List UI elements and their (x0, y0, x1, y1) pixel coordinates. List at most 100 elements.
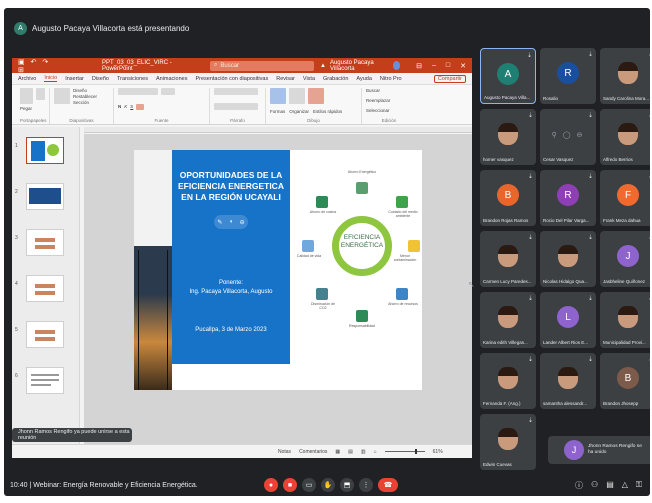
list-buttons[interactable] (214, 88, 258, 95)
menu-diseno[interactable]: Diseño (92, 76, 109, 82)
participant-name: Fernanda F. (Ang.) (483, 401, 521, 406)
participant-tile[interactable]: ⇣ Alfredo Berrios (600, 109, 650, 165)
font-format-buttons: N K S (118, 103, 205, 110)
settings-icon[interactable]: ⊖ (240, 219, 245, 226)
lock-icon[interactable]: ⚿ (636, 480, 642, 491)
notes-button[interactable]: Notas (278, 449, 291, 455)
zoom-level[interactable]: 61% (433, 449, 443, 455)
participant-tile[interactable]: ⇣ L Lander Albert Rios E... (540, 292, 596, 348)
select-button[interactable]: Seleccionar (366, 108, 412, 113)
menu-archivo[interactable]: Archivo (18, 76, 36, 82)
slideshow-view-icon[interactable]: ⌂ (374, 449, 377, 455)
quick-access-icons[interactable]: ▣ ↶ ↷ ⊞ (18, 58, 56, 74)
slide-thumb-1[interactable] (26, 137, 64, 164)
participant-tile[interactable]: ⇣ B Brandon Rojas Ramos (480, 170, 536, 226)
find-button[interactable]: Buscar (366, 88, 412, 93)
minimize-icon[interactable]: – (432, 62, 436, 70)
font-size-select[interactable] (161, 88, 175, 95)
new-slide-icon[interactable] (54, 88, 70, 104)
current-slide[interactable]: OPORTUNIDADES DE LA EFICIENCIA ENERGETIC… (134, 150, 422, 390)
ppt-user[interactable]: ▲ Augusto Pacaya Villacorta (320, 60, 401, 72)
participant-tile[interactable]: ⇣ Edwin Cuevas (480, 414, 536, 470)
ppt-titlebar: ▣ ↶ ↷ ⊞ PPT_03_03_ELIC_VIRC - PowerPoint… (12, 58, 472, 74)
participant-avatar: R (557, 184, 579, 206)
participant-tile[interactable]: ⇣ R Rocio Del Pilar Varga... (540, 170, 596, 226)
section-button[interactable]: Sección (73, 100, 97, 105)
zoom-slider[interactable] (384, 449, 425, 454)
pen-icon[interactable]: ✎ (217, 219, 222, 226)
ppt-search-box[interactable]: ⌕ Buscar (209, 60, 315, 71)
muted-mic-icon: ⇣ (587, 357, 593, 363)
align-buttons[interactable] (214, 103, 258, 110)
menu-vista[interactable]: Vista (303, 76, 315, 82)
underline-icon[interactable]: S (130, 104, 133, 109)
reset-button[interactable]: Restablecer (73, 94, 97, 99)
menu-insertar[interactable]: Insertar (65, 76, 84, 82)
close-icon[interactable]: ✕ (460, 62, 466, 70)
participant-avatar: B (617, 367, 639, 389)
menu-nitro[interactable]: Nitro Pro (380, 76, 402, 82)
paste-icon[interactable] (20, 88, 33, 104)
slide-control-pill[interactable]: ✎ ◖ ⊖ (214, 215, 248, 230)
bold-icon[interactable]: N (118, 104, 121, 109)
camera-off-icon[interactable]: ■ (283, 478, 297, 492)
menu-ayuda[interactable]: Ayuda (356, 76, 372, 82)
normal-view-icon[interactable]: ▦ (335, 449, 340, 455)
layout-button[interactable]: Diseño (73, 88, 97, 93)
slide-thumb-6[interactable] (26, 367, 64, 394)
mic-off-icon[interactable]: ● (264, 478, 278, 492)
reading-view-icon[interactable]: ▥ (361, 449, 366, 455)
participant-name: Brandon Rojas Ramos (483, 218, 529, 223)
menu-transiciones[interactable]: Transiciones (117, 76, 148, 82)
shapes-icon[interactable] (270, 88, 286, 104)
sorter-view-icon[interactable]: ▤ (348, 449, 353, 455)
captions-icon[interactable]: ▭ (302, 478, 316, 492)
slide-thumb-2[interactable] (26, 183, 64, 210)
end-call-icon[interactable]: ☎ (378, 478, 398, 492)
participant-tile[interactable]: ⇣ Fernanda F. (Ang.) (480, 353, 536, 409)
participant-tile[interactable]: ⇣ A Augusto Pacaya Villa... (480, 48, 536, 104)
present-icon[interactable]: ⬒ (340, 478, 354, 492)
ribbon-display-icon[interactable]: ⊟ (416, 62, 422, 70)
maximize-icon[interactable]: □ (446, 62, 450, 70)
diagram-label: Ahorro de costos (309, 210, 337, 214)
replace-button[interactable]: Reemplazar (366, 98, 412, 103)
chat-icon[interactable]: ▤ (606, 480, 614, 491)
menu-animaciones[interactable]: Animaciones (156, 76, 188, 82)
quick-styles-icon[interactable] (308, 88, 324, 104)
participant-tile[interactable]: ⇣ Sandy Carolina Mora... (600, 48, 650, 104)
activities-icon[interactable]: △ (622, 480, 628, 491)
participant-tile[interactable]: ⇣ J Jasbheline Quiñonez (600, 231, 650, 287)
more-options-icon[interactable]: ⋮ (359, 478, 373, 492)
mic-icon[interactable]: ◖ (229, 219, 233, 225)
menu-inicio[interactable]: Inicio (44, 75, 58, 82)
participant-tile[interactable]: ⇣ Municipalidad Provi... (600, 292, 650, 348)
participant-name: Nicolas Hidalgo Qua... (543, 279, 588, 284)
slide-thumb-4[interactable] (26, 275, 64, 302)
participant-tile[interactable]: ⇣ B Brandon Jhosepp (600, 353, 650, 409)
menu-presentacion[interactable]: Presentación con diapositivas (195, 76, 268, 82)
menu-revisar[interactable]: Revisar (276, 76, 295, 82)
cut-icon[interactable] (35, 88, 45, 100)
participant-tile[interactable]: ⇣ Carmen Lucy Paredes... (480, 231, 536, 287)
font-color-icon[interactable] (136, 103, 145, 110)
share-button[interactable]: Compartir (433, 74, 466, 83)
participant-tile[interactable]: ⇣ Nicolas Hidalgo Qua... (540, 231, 596, 287)
italic-icon[interactable]: K (124, 104, 127, 109)
participant-tile[interactable]: ⇣ samantha alessandr... (540, 353, 596, 409)
participant-tile[interactable]: ⇣ homer vasquez (480, 109, 536, 165)
participant-tile[interactable]: ⇣ R Rosalio (540, 48, 596, 104)
comments-button[interactable]: Comentarios (299, 449, 327, 455)
info-icon[interactable]: ⓘ (575, 480, 583, 491)
menu-grabacion[interactable]: Grabación (323, 76, 348, 82)
raise-hand-icon[interactable]: ✋ (321, 478, 335, 492)
font-family-select[interactable] (118, 88, 158, 95)
participant-tile[interactable]: ⇣ F Frank Meza dahua (600, 170, 650, 226)
participant-tile[interactable]: ⇣ ⚲ ◯ ⊖ Cesar Vasquez (540, 109, 596, 165)
slide-thumb-3[interactable] (26, 229, 64, 256)
arrange-icon[interactable] (289, 88, 305, 104)
muted-mic-icon: ⇣ (527, 113, 533, 119)
people-icon[interactable]: ⚇ (591, 480, 598, 491)
participant-tile[interactable]: ⇣ Karina edith Villegas... (480, 292, 536, 348)
slide-thumb-5[interactable] (26, 321, 64, 348)
